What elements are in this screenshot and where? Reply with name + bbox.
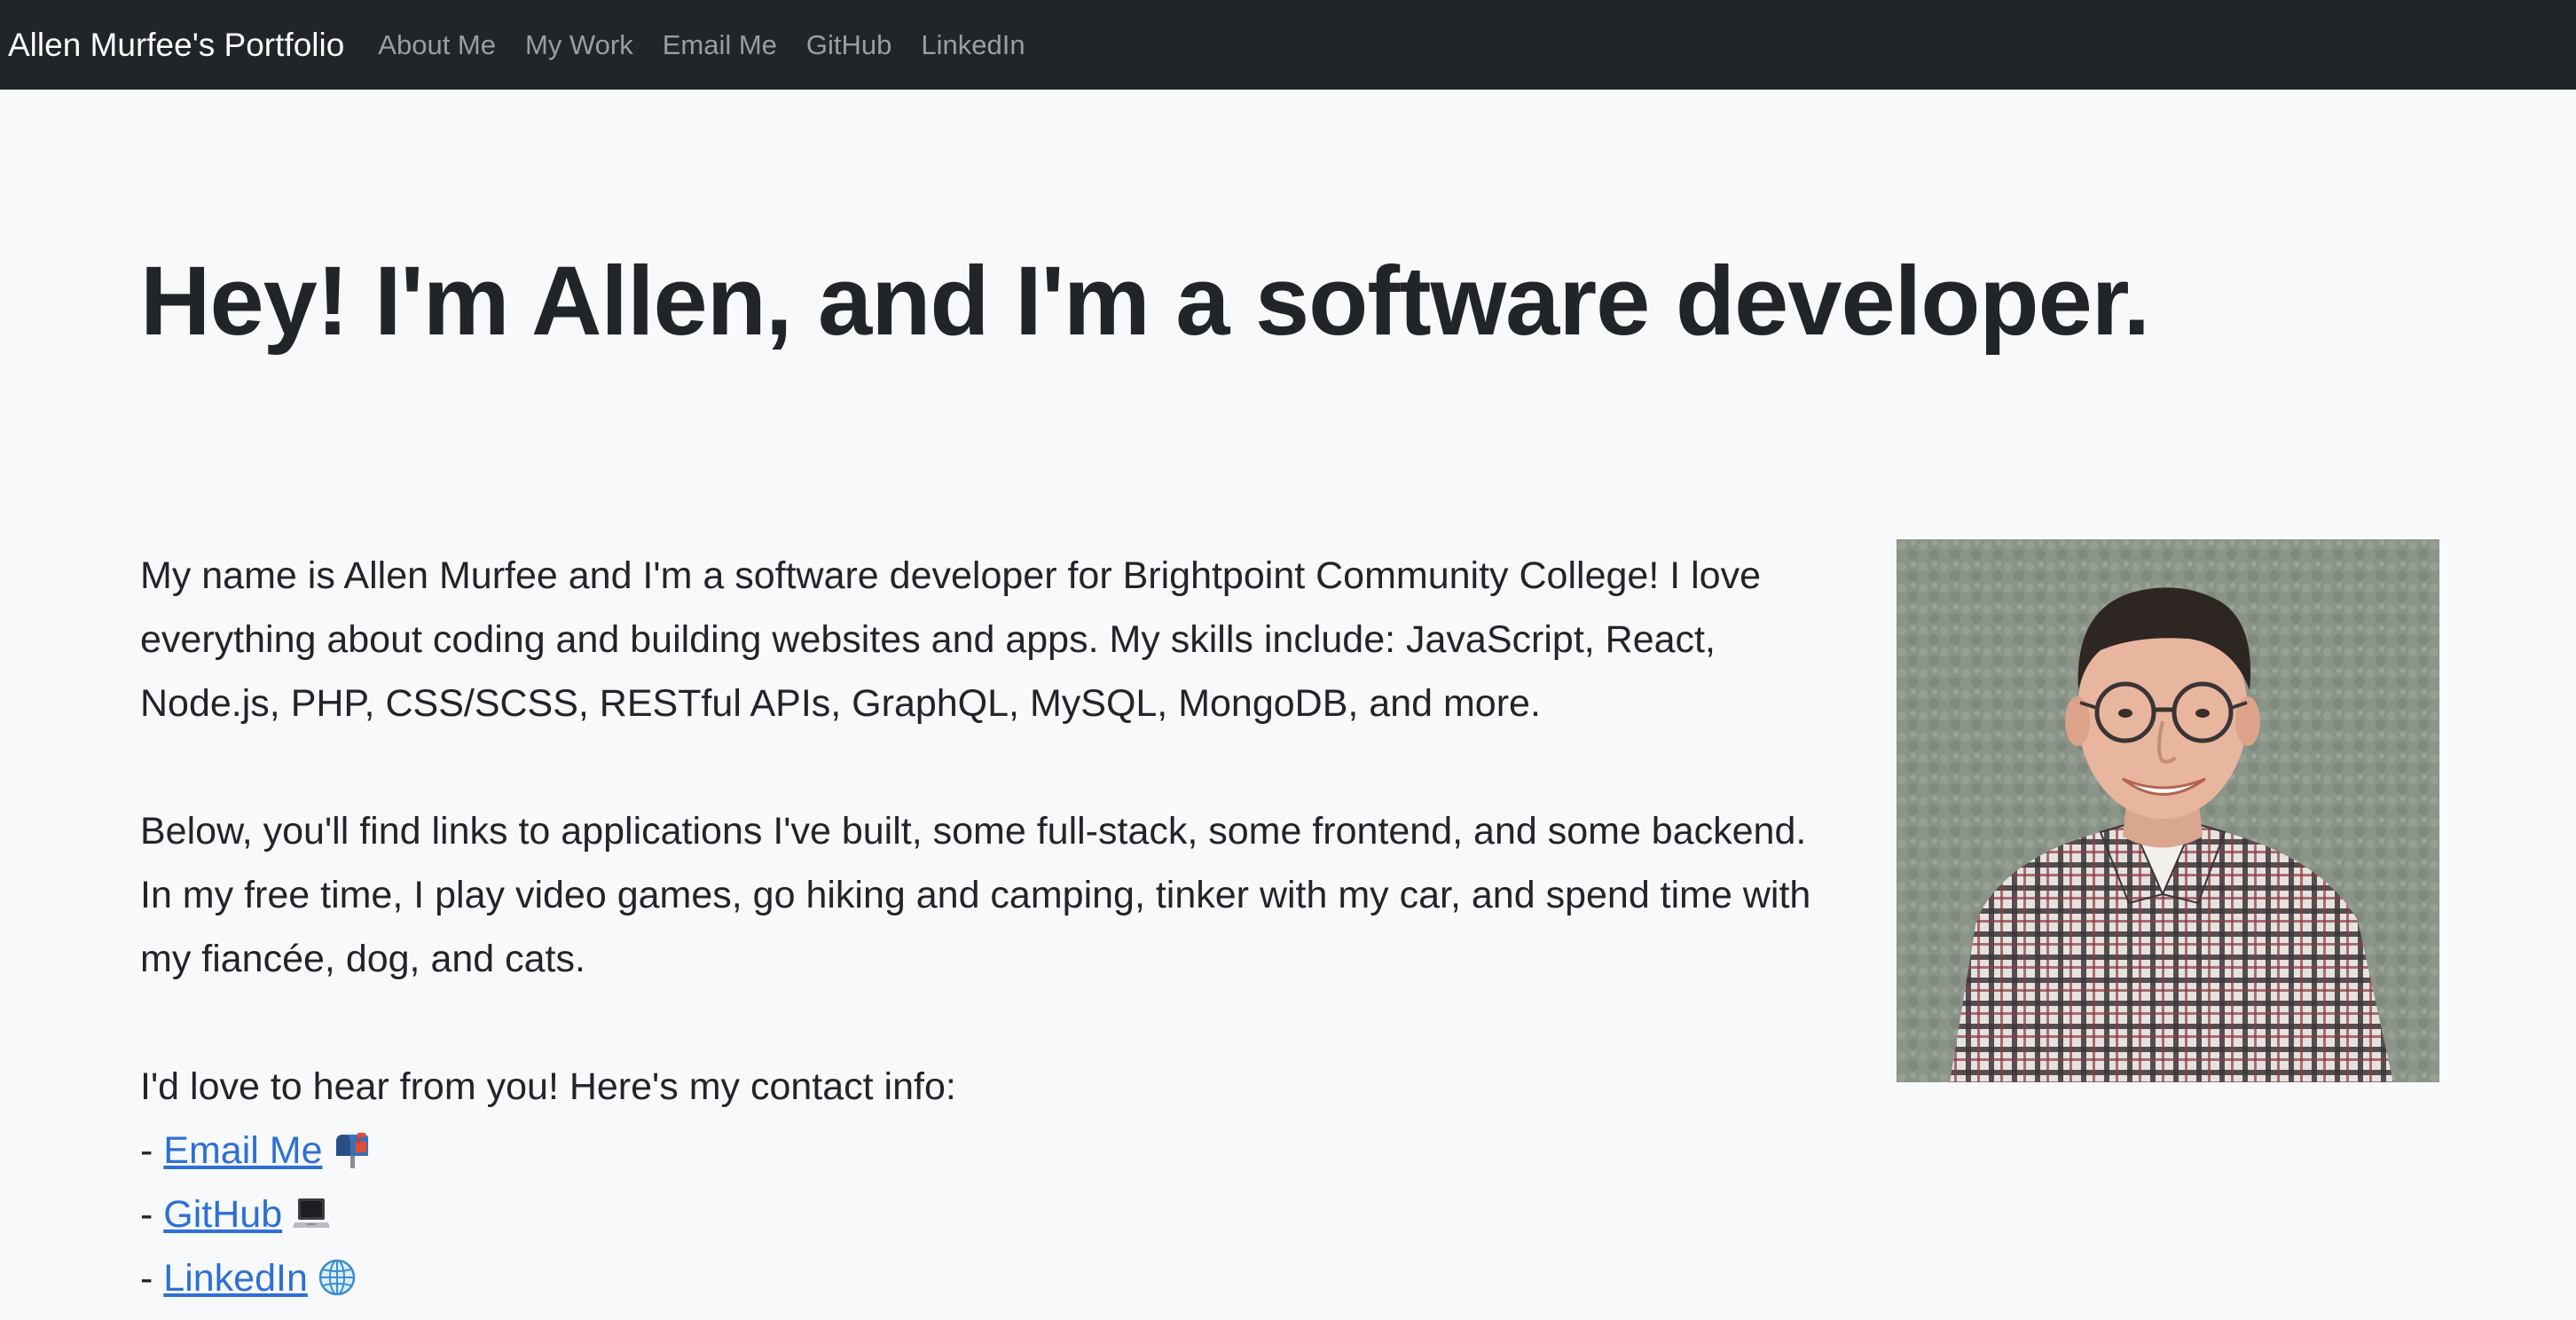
list-dash: - xyxy=(140,1193,164,1236)
page-heading: Hey! I'm Allen, and I'm a software devel… xyxy=(140,247,2150,356)
bio-section: My name is Allen Murfee and I'm a softwa… xyxy=(140,544,1817,1310)
nav-link-linkedin[interactable]: LinkedIn xyxy=(921,29,1025,61)
contact-section: I'd love to hear from you! Here's my con… xyxy=(140,1055,1817,1310)
contact-item-github: - GitHub xyxy=(140,1182,1817,1246)
globe-icon xyxy=(317,1253,357,1296)
profile-photo xyxy=(1897,539,2439,1082)
nav-links: About Me My Work Email Me GitHub LinkedI… xyxy=(378,29,1054,61)
linkedin-link[interactable]: LinkedIn xyxy=(163,1257,308,1300)
nav-link-my-work[interactable]: My Work xyxy=(525,29,633,61)
nav-link-email-me[interactable]: Email Me xyxy=(663,29,777,61)
contact-item-linkedin: - LinkedIn xyxy=(140,1246,1817,1310)
main-content: Hey! I'm Allen, and I'm a software devel… xyxy=(0,90,2576,1300)
nav-link-about-me[interactable]: About Me xyxy=(378,29,496,61)
top-navbar: Allen Murfee's Portfolio About Me My Wor… xyxy=(0,0,2576,90)
laptop-icon xyxy=(291,1190,332,1230)
list-dash: - xyxy=(140,1129,164,1172)
contact-item-email: - Email Me xyxy=(140,1119,1817,1182)
navbar-brand[interactable]: Allen Murfee's Portfolio xyxy=(8,27,344,64)
bio-paragraph-hobbies: Below, you'll find links to applications… xyxy=(140,810,1811,980)
list-dash: - xyxy=(140,1257,164,1300)
email-me-link[interactable]: Email Me xyxy=(163,1129,322,1172)
github-link[interactable]: GitHub xyxy=(163,1193,282,1236)
contact-intro: I'd love to hear from you! Here's my con… xyxy=(140,1065,956,1108)
nav-link-github[interactable]: GitHub xyxy=(806,29,891,61)
mailbox-icon xyxy=(331,1126,372,1168)
bio-paragraph-skills: My name is Allen Murfee and I'm a softwa… xyxy=(140,554,1761,725)
